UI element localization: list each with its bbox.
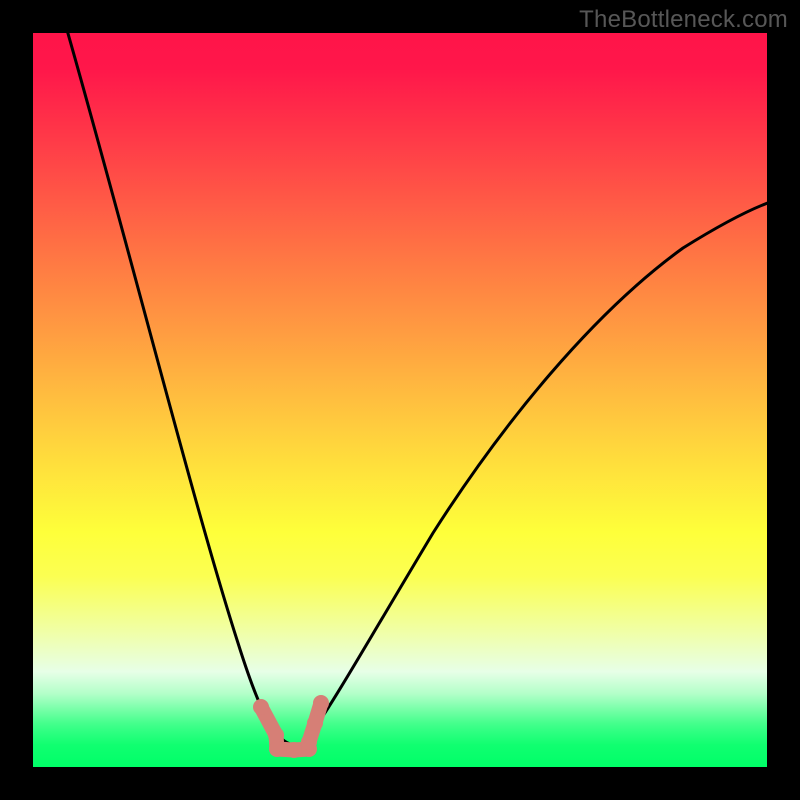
- watermark-text: TheBottleneck.com: [579, 6, 788, 34]
- curve-left-branch: [65, 33, 273, 729]
- curve-layer: [33, 33, 767, 767]
- chart-frame: TheBottleneck.com: [0, 0, 800, 800]
- plot-area: [33, 33, 767, 767]
- curve-right-branch: [314, 201, 767, 729]
